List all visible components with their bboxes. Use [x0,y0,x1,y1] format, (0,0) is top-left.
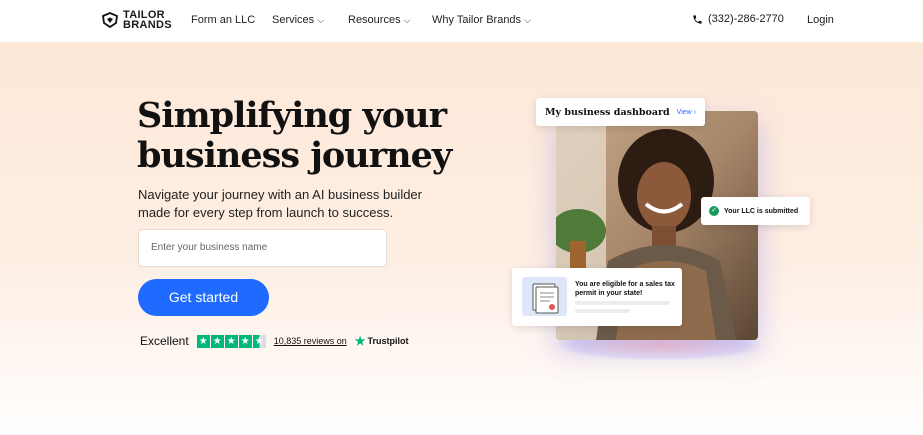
nav-form-llc-label: Form an LLC [191,14,256,26]
trustpilot-rating: Excellent ★ ★ ★ ★ ★ 10,835 reviews on ★ … [140,334,409,348]
brand-logo[interactable]: TAILOR BRANDS [101,10,172,31]
phone-number: (332)-286-2770 [708,13,784,25]
dashboard-card: My business dashboard View › [536,98,705,126]
nav-why-tailor-brands[interactable]: Why Tailor Brands ⌵ [432,14,531,26]
trustpilot-star-icon: ★ [354,334,366,348]
star-icon: ★ [238,334,252,348]
dashboard-title: My business dashboard [545,106,670,118]
star-icon: ★ [210,334,224,348]
rating-stars: ★ ★ ★ ★ ★ [196,334,266,348]
brand-wordmark: TAILOR BRANDS [123,10,172,31]
hero-subtext: Navigate your journey with an AI busines… [138,187,422,220]
llc-status-text: Your LLC is submitted [724,207,799,215]
star-icon: ★ [196,334,210,348]
nav-why-label: Why Tailor Brands [432,14,522,26]
business-name-input[interactable]: Enter your business name [138,229,387,267]
certificate-icon [522,277,567,316]
nav-resources[interactable]: Resources ⌵ [348,14,410,26]
permit-card: You are eligible for a sales tax permit … [512,268,682,326]
trustpilot-logo[interactable]: ★ Trustpilot [355,334,409,348]
nav-form-llc[interactable]: Form an LLC [191,14,255,26]
login-link[interactable]: Login [807,14,834,26]
star-icon: ★ [224,334,238,348]
tailor-brands-logo-icon [102,12,118,28]
check-icon: ✓ [709,206,719,216]
placeholder-bar [575,301,670,305]
dashboard-view-link[interactable]: View › [677,109,696,116]
chevron-down-icon: ⌵ [524,14,531,25]
placeholder-bar [575,309,630,313]
headline-line2: business journey [137,135,452,176]
half-star-icon: ★ [252,334,266,348]
chevron-down-icon: ⌵ [403,14,411,25]
phone-icon [693,14,702,24]
headline-line1: Simplifying your [137,95,447,136]
get-started-button[interactable]: Get started [138,279,269,316]
phone-link[interactable]: (332)-286-2770 [692,13,784,25]
nav-services-label: Services [272,14,315,26]
reviews-link[interactable]: 10,835 reviews on [274,336,347,346]
top-navigation: TAILOR BRANDS Form an LLC Services ⌵ Res… [0,0,923,42]
hero-headline: Simplifying your business journey [137,96,477,176]
brand-name-line2: BRANDS [123,19,172,31]
nav-resources-label: Resources [348,14,401,26]
trustpilot-name: Trustpilot [367,336,409,346]
nav-services[interactable]: Services ⌵ [272,14,324,26]
permit-text: You are eligible for a sales tax permit … [575,281,675,297]
chevron-down-icon: ⌵ [317,14,325,25]
rating-word: Excellent [140,334,189,348]
llc-status-card: ✓ Your LLC is submitted [701,197,810,225]
